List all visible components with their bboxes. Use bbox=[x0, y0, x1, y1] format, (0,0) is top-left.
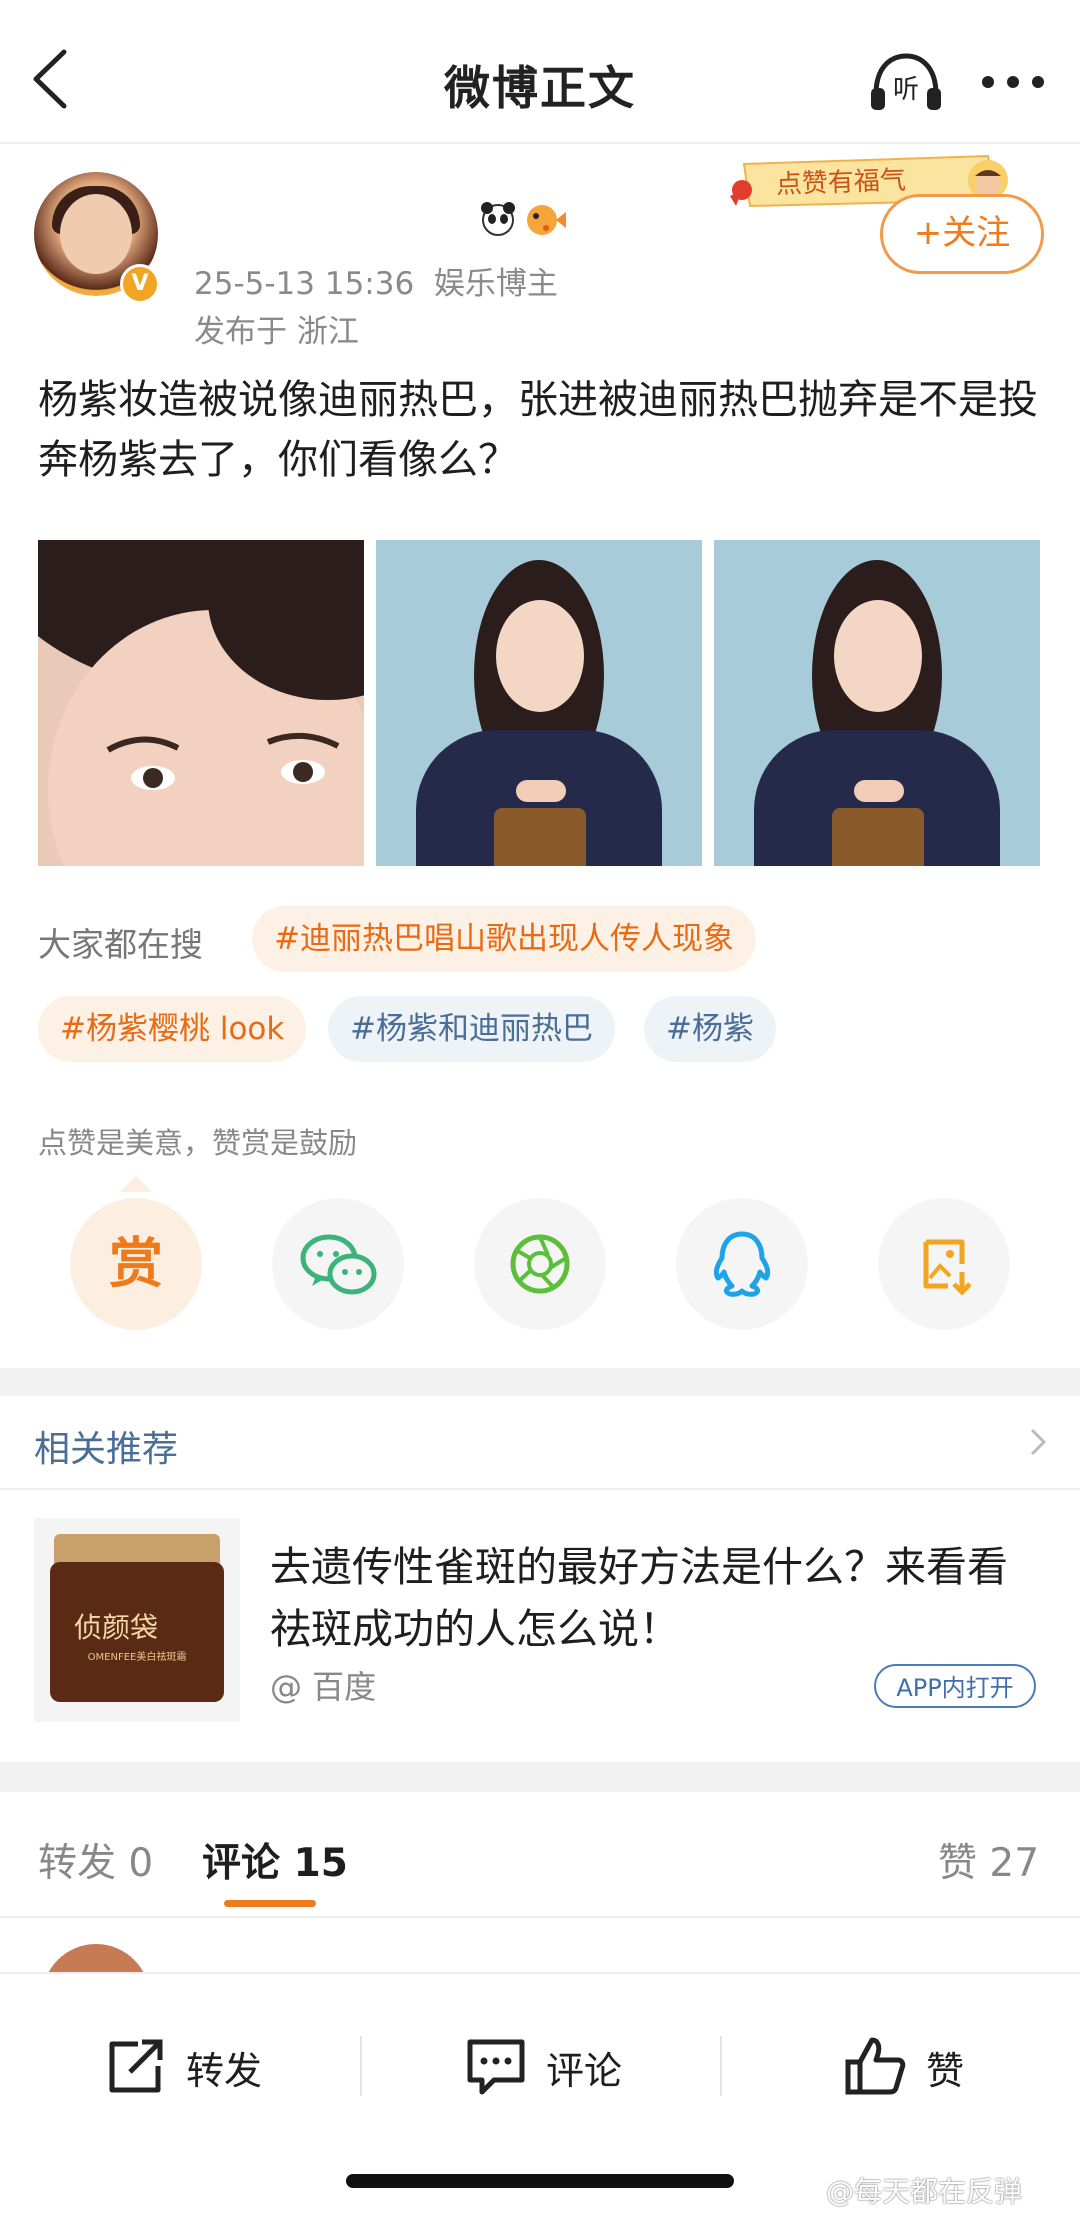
post-content: 杨紫妆造被说像迪丽热巴，张进被迪丽热巴抛弃是不是投奔杨紫去了，你们看像么？ bbox=[38, 377, 1038, 483]
divider bbox=[0, 1916, 1080, 1918]
active-tab-indicator bbox=[224, 1900, 316, 1907]
search-tag[interactable]: #杨紫樱桃 look bbox=[38, 996, 307, 1062]
comment-button[interactable]: 评论 bbox=[464, 2034, 634, 2104]
post-datetime: 25-5-13 15:36 bbox=[194, 266, 415, 302]
verified-badge-icon: V bbox=[120, 264, 160, 304]
pufferfish-emoji-icon bbox=[527, 205, 566, 235]
post-location: 发布于 浙江 bbox=[194, 314, 359, 350]
share-wechat-button[interactable] bbox=[272, 1198, 404, 1330]
open-in-app-button[interactable]: APP内打开 bbox=[874, 1664, 1036, 1708]
tab-likes[interactable]: 赞 27 bbox=[938, 1832, 1039, 1888]
comment-label: 评论 bbox=[546, 2049, 623, 2093]
reward-button[interactable]: 赏 bbox=[70, 1198, 202, 1330]
search-tag[interactable]: #杨紫和迪丽热巴 bbox=[328, 996, 615, 1062]
search-trending-label: 大家都在搜 bbox=[38, 925, 203, 964]
tab-comments[interactable]: 评论 15 bbox=[202, 1832, 348, 1888]
repost-icon bbox=[109, 2039, 163, 2093]
panda-emoji-icon bbox=[481, 202, 515, 236]
search-tag[interactable]: #杨紫 bbox=[644, 996, 776, 1062]
save-image-button[interactable] bbox=[878, 1198, 1010, 1330]
related-title: 相关推荐 bbox=[34, 1429, 179, 1470]
author-type: 娱乐博主 bbox=[433, 266, 558, 302]
more-options-icon[interactable] bbox=[978, 72, 1048, 92]
post-image-1[interactable] bbox=[38, 540, 364, 866]
tab-repost[interactable]: 转发 0 bbox=[38, 1832, 153, 1888]
repost-label: 转发 bbox=[186, 2049, 263, 2093]
reward-glyph: 赏 bbox=[109, 1232, 163, 1295]
listen-headphones-icon[interactable]: 听 bbox=[868, 50, 944, 114]
follow-button[interactable]: +关注 bbox=[880, 194, 1044, 274]
share-qq-button[interactable] bbox=[676, 1198, 808, 1330]
ad-source: @ 百度 bbox=[270, 1668, 377, 1706]
like-label: 赞 bbox=[926, 2049, 965, 2093]
home-indicator[interactable] bbox=[346, 2174, 734, 2188]
image-download-icon bbox=[923, 1239, 972, 1296]
ad-brand: 侦颜袋 bbox=[74, 1611, 159, 1644]
share-moments-button[interactable] bbox=[474, 1198, 606, 1330]
nav-bar: 微博正文 听 bbox=[0, 0, 1080, 144]
ad-brand-sub: OMENFEE美白祛斑霜 bbox=[87, 1652, 187, 1663]
wechat-icon bbox=[300, 1234, 377, 1295]
moments-aperture-icon bbox=[510, 1234, 570, 1294]
watermark: @每天都在反弹 bbox=[826, 2175, 1023, 2208]
toolbar-divider bbox=[720, 2036, 722, 2096]
reward-pointer bbox=[120, 1176, 152, 1192]
section-gap bbox=[0, 1762, 1080, 1792]
ad-title[interactable]: 去遗传性雀斑的最好方法是什么？来看看祛斑成功的人怎么说！ bbox=[270, 1536, 1030, 1660]
like-button[interactable]: 赞 bbox=[844, 2034, 984, 2104]
repost-button[interactable]: 转发 bbox=[104, 2034, 274, 2104]
search-tag[interactable]: #迪丽热巴唱山歌出现人传人现象 bbox=[252, 906, 756, 972]
divider bbox=[0, 1488, 1080, 1490]
reward-hint: 点赞是美意，赞赏是鼓励 bbox=[38, 1126, 358, 1160]
comment-icon bbox=[467, 2039, 525, 2095]
post-image-3[interactable] bbox=[714, 540, 1040, 866]
thumbs-up-icon bbox=[845, 2037, 906, 2095]
ad-product-image[interactable]: 侦颜袋 OMENFEE美白祛斑霜 bbox=[34, 1518, 240, 1722]
post-image-2[interactable] bbox=[376, 540, 702, 866]
post-meta: 25-5-13 15:36 娱乐博主 bbox=[194, 258, 558, 303]
qq-penguin-icon bbox=[713, 1231, 771, 1297]
listen-label: 听 bbox=[893, 75, 919, 105]
toolbar-divider bbox=[360, 2036, 362, 2096]
fortune-label: 点赞有福气 bbox=[775, 166, 906, 201]
chevron-right-icon[interactable] bbox=[1026, 1422, 1050, 1462]
section-gap bbox=[0, 1368, 1080, 1396]
